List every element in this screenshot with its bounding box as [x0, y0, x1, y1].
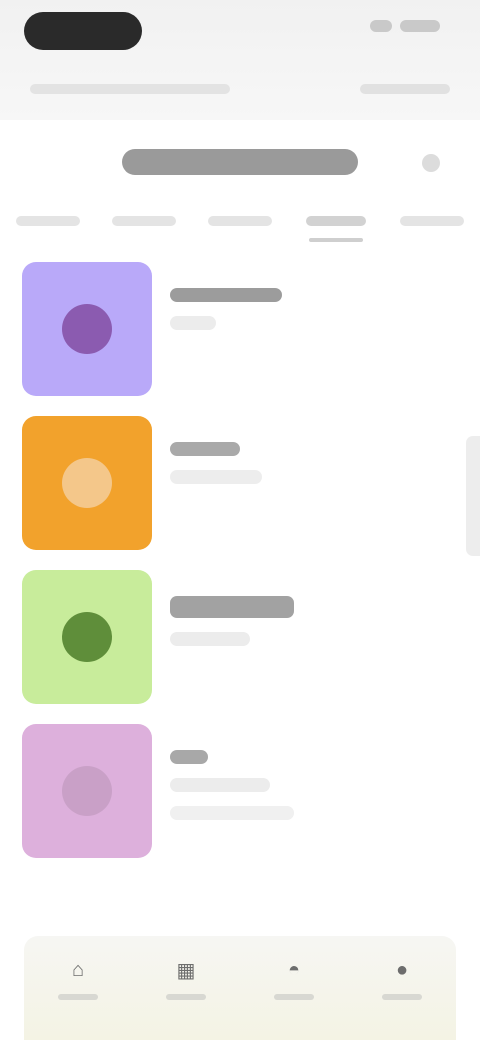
- dynamic-island: [24, 12, 142, 50]
- status-bar: [0, 0, 480, 120]
- nav-label: [58, 994, 98, 1000]
- person-icon: ●: [395, 958, 409, 981]
- tab-4[interactable]: [294, 216, 378, 242]
- tab-1[interactable]: [6, 216, 90, 226]
- item-title: [170, 750, 208, 764]
- tab-label: [208, 216, 272, 226]
- nav-profile[interactable]: ●: [372, 956, 432, 1000]
- nav-notifications[interactable]: ◓: [264, 956, 324, 1000]
- item-text: [170, 442, 262, 484]
- clock-icon: [62, 458, 112, 508]
- item-text: [170, 750, 294, 820]
- page-title: [122, 149, 358, 175]
- address-bar-action[interactable]: [360, 84, 450, 94]
- tab-3[interactable]: [198, 216, 282, 226]
- item-subtitle: [170, 316, 216, 330]
- item-thumbnail: [22, 570, 152, 704]
- list-item[interactable]: [0, 570, 480, 724]
- item-text: [170, 288, 282, 330]
- item-thumbnail: [22, 724, 152, 858]
- list-item[interactable]: [0, 416, 480, 570]
- grid-icon: ▦: [176, 959, 196, 982]
- nav-label: [166, 994, 206, 1000]
- tab-label: [306, 216, 366, 226]
- circle-icon: [62, 612, 112, 662]
- bell-icon: ◓: [287, 958, 301, 981]
- item-subtitle: [170, 778, 270, 792]
- list-item[interactable]: [0, 724, 480, 878]
- nav-label: [274, 994, 314, 1000]
- tab-2[interactable]: [102, 216, 186, 226]
- item-thumbnail: [22, 416, 152, 550]
- tab-label: [112, 216, 176, 226]
- item-title: [170, 442, 240, 456]
- tab-label: [16, 216, 80, 226]
- item-text: [170, 596, 294, 646]
- page-header: [0, 120, 480, 204]
- item-thumbnail: [22, 262, 152, 396]
- scroll-indicator[interactable]: [466, 436, 480, 556]
- list-item[interactable]: [0, 262, 480, 416]
- nav-home[interactable]: ⌂: [48, 956, 108, 1000]
- bottom-nav: ⌂ ▦ ◓ ●: [24, 936, 456, 1040]
- item-title: [170, 596, 294, 618]
- nav-grid[interactable]: ▦: [156, 956, 216, 1000]
- battery-icon: [400, 20, 440, 32]
- circle-icon: [62, 766, 112, 816]
- app-screen: ⌂ ▦ ◓ ●: [0, 0, 480, 1040]
- tab-underline: [309, 238, 363, 242]
- plus-icon[interactable]: [422, 154, 440, 172]
- item-subtitle: [170, 470, 262, 484]
- tab-bar: [0, 206, 480, 262]
- tab-label: [400, 216, 464, 226]
- item-subtitle: [170, 632, 250, 646]
- signal-icon: [370, 20, 392, 32]
- item-title: [170, 288, 282, 302]
- item-meta: [170, 806, 294, 820]
- nav-label: [382, 994, 422, 1000]
- home-icon: ⌂: [71, 958, 85, 981]
- tab-5[interactable]: [390, 216, 474, 226]
- item-list: [0, 262, 480, 878]
- address-bar[interactable]: [30, 84, 230, 94]
- circle-icon: [62, 304, 112, 354]
- status-indicators: [370, 20, 440, 32]
